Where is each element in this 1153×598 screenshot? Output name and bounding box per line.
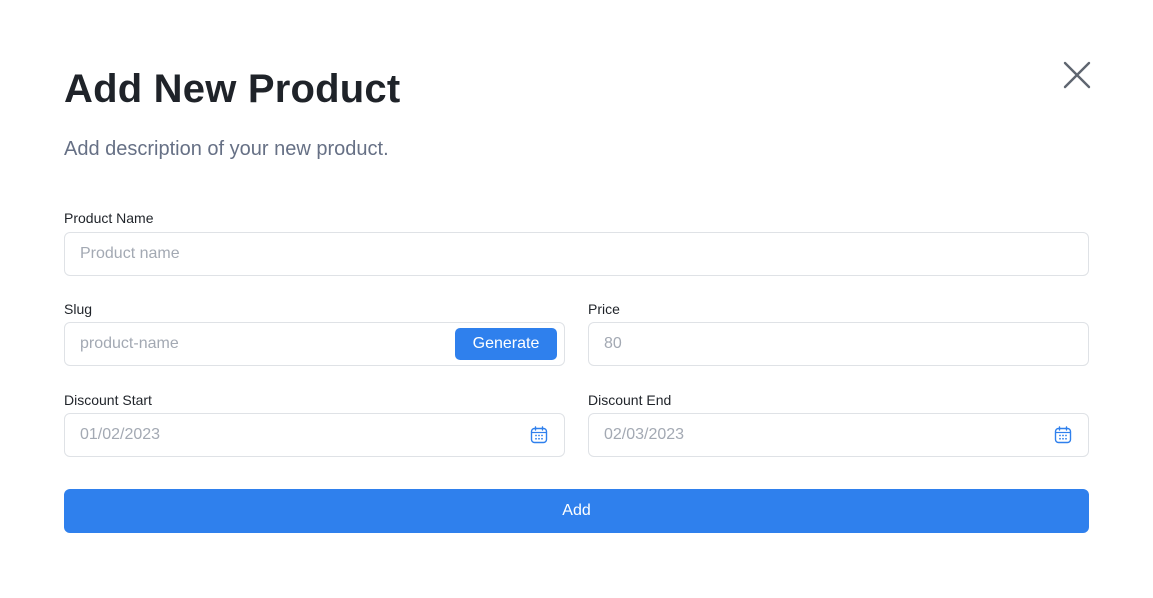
add-product-modal: Add New Product Add description of your … [0,0,1153,598]
add-product-button[interactable]: Add [64,489,1089,533]
discount-start-input[interactable] [80,414,510,455]
modal-title: Add New Product [64,67,401,111]
price-label: Price [588,301,620,317]
discount-end-label: Discount End [588,392,672,408]
discount-end-input[interactable] [604,414,1034,455]
discount-end-field-box [588,413,1089,457]
product-name-input[interactable] [80,233,1070,274]
discount-start-label: Discount Start [64,392,152,408]
discount-start-field-box [64,413,565,457]
slug-input[interactable] [80,323,445,364]
product-name-field-box [64,232,1089,276]
slug-field-box: Generate [64,322,565,366]
calendar-icon[interactable] [1054,426,1072,444]
price-input[interactable] [604,323,1074,364]
modal-subtitle: Add description of your new product. [64,138,389,160]
close-icon[interactable] [1060,58,1094,92]
product-name-label: Product Name [64,210,154,226]
price-field-box [588,322,1089,366]
generate-slug-button[interactable]: Generate [455,328,557,360]
calendar-icon[interactable] [530,426,548,444]
slug-label: Slug [64,301,93,317]
